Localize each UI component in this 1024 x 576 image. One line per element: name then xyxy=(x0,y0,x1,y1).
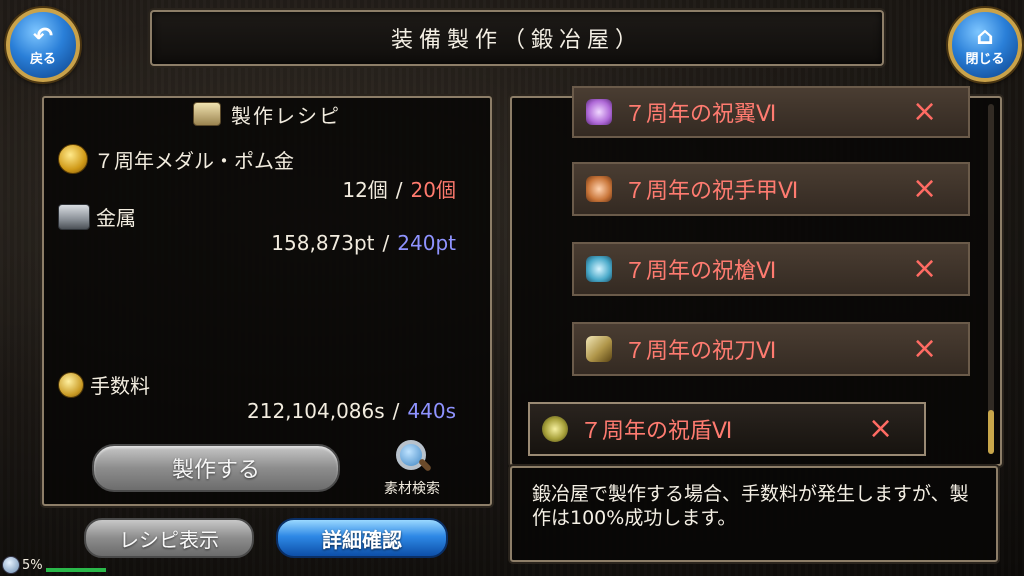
material-name: 金属 xyxy=(96,206,136,230)
material-need: 20個 xyxy=(410,178,456,202)
material-search-button[interactable]: 素材検索 xyxy=(372,440,452,498)
material-have: 12個 xyxy=(342,178,388,202)
recipe-header: 製作レシピ xyxy=(44,98,490,130)
orb-icon xyxy=(2,556,20,574)
back-button[interactable]: ↶ 戻る xyxy=(6,8,80,82)
close-button[interactable]: ⌂ 閉じる xyxy=(948,8,1022,82)
info-message: 鍛冶屋で製作する場合、手数料が発生しますが、製作は100%成功します。 xyxy=(510,466,998,562)
fee-need: 440s xyxy=(407,399,456,423)
close-label: 閉じる xyxy=(965,51,1005,67)
page-title: 装備製作（鍛冶屋） xyxy=(150,10,884,66)
fee-have: 212,104,086s xyxy=(247,399,385,423)
metal-ingot-icon xyxy=(58,203,90,230)
recipe-view-button[interactable]: レシピ表示 xyxy=(84,518,254,558)
spear-icon xyxy=(586,256,612,282)
sword-icon xyxy=(586,336,612,362)
craft-button[interactable]: 製作する xyxy=(92,444,340,492)
home-icon: ⌂ xyxy=(976,21,994,50)
shield-icon xyxy=(542,416,568,442)
status-progress-bar xyxy=(46,568,106,572)
item-row-wing[interactable]: ７周年の祝翼Ⅵ × xyxy=(572,86,970,138)
item-label: ７周年の祝刀Ⅵ xyxy=(624,339,777,364)
qty-separator: / xyxy=(395,178,403,202)
unavailable-icon: × xyxy=(912,251,938,286)
qty-separator: / xyxy=(382,231,390,255)
search-label: 素材検索 xyxy=(384,481,440,497)
fee-name: 手数料 xyxy=(90,374,150,398)
item-label: ７周年の祝槍Ⅵ xyxy=(624,259,777,284)
unavailable-icon: × xyxy=(868,411,894,446)
status-indicator: 5% xyxy=(2,556,43,574)
material-row-metal: 金属 158,873pt / 240pt xyxy=(58,202,456,255)
scroll-icon xyxy=(193,102,221,126)
item-label: ７周年の祝盾Ⅵ xyxy=(580,419,733,444)
coins-icon xyxy=(58,371,84,398)
medal-icon xyxy=(58,144,88,174)
detail-confirm-button[interactable]: 詳細確認 xyxy=(276,518,448,558)
unavailable-icon: × xyxy=(912,331,938,366)
qty-separator: / xyxy=(392,399,400,423)
back-label: 戻る xyxy=(29,51,56,67)
material-need: 240pt xyxy=(397,231,456,255)
item-row-gauntlet[interactable]: ７周年の祝手甲Ⅵ × xyxy=(572,162,970,216)
item-row-shield[interactable]: ７周年の祝盾Ⅵ × xyxy=(528,402,926,456)
item-row-sword[interactable]: ７周年の祝刀Ⅵ × xyxy=(572,322,970,376)
list-scrollbar-track[interactable] xyxy=(988,104,994,454)
item-label: ７周年の祝翼Ⅵ xyxy=(624,102,777,127)
fee-row: 手数料 212,104,086s / 440s xyxy=(58,370,456,423)
item-label: ７周年の祝手甲Ⅵ xyxy=(624,179,799,204)
material-have: 158,873pt xyxy=(271,231,375,255)
item-row-spear[interactable]: ７周年の祝槍Ⅵ × xyxy=(572,242,970,296)
recipe-title: 製作レシピ xyxy=(231,103,341,128)
gauntlet-icon xyxy=(586,176,612,202)
wing-icon xyxy=(586,99,612,125)
status-percent: 5% xyxy=(22,557,43,573)
recipe-panel: 製作レシピ ７周年メダル・ポム金 12個 / 20個 金属 158,873pt / 24… xyxy=(42,96,492,506)
unavailable-icon: × xyxy=(912,171,938,206)
material-row-medal: ７周年メダル・ポム金 12個 / 20個 xyxy=(58,144,456,203)
list-scrollbar-thumb[interactable] xyxy=(988,410,994,454)
back-arrow-icon: ↶ xyxy=(32,21,54,50)
material-name: ７周年メダル・ポム金 xyxy=(94,148,294,173)
unavailable-icon: × xyxy=(912,94,938,129)
magnifier-icon xyxy=(392,440,433,476)
